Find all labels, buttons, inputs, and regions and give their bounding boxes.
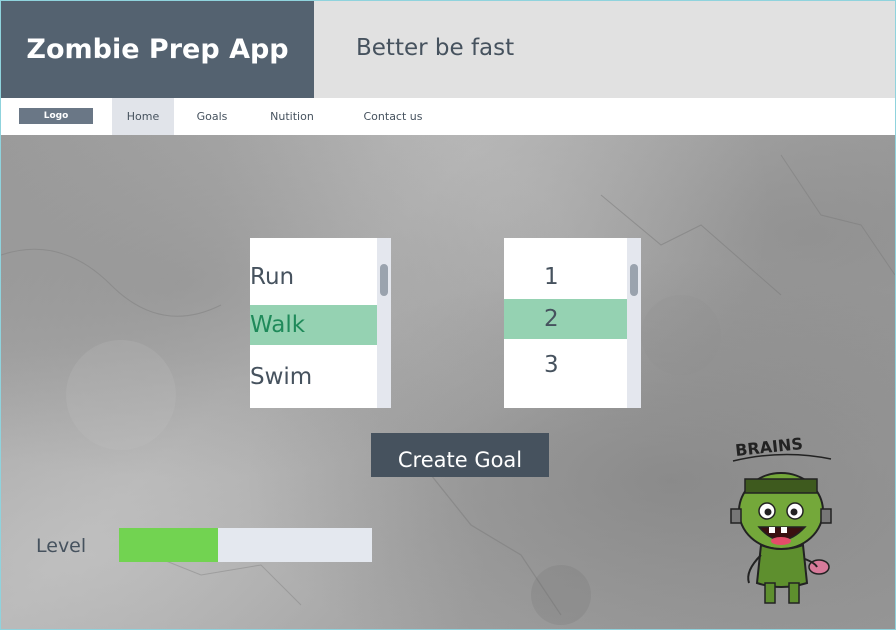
zombie-icon: BRAINS <box>730 434 832 604</box>
quantity-listbox[interactable]: 1 2 3 <box>504 238 641 408</box>
activity-listbox[interactable]: Run Walk Swim <box>250 238 391 408</box>
nav-item-contact[interactable]: Contact us <box>353 98 433 135</box>
activity-scrollbar[interactable] <box>377 238 391 408</box>
tagline-banner: Better be fast <box>314 1 895 98</box>
scroll-thumb[interactable] <box>630 264 638 296</box>
list-item[interactable]: Run <box>250 261 377 293</box>
level-progress-bar <box>119 528 372 562</box>
logo[interactable]: Logo <box>19 108 93 124</box>
scroll-thumb[interactable] <box>380 264 388 296</box>
quantity-scrollbar[interactable] <box>627 238 641 408</box>
nav-item-goals[interactable]: Goals <box>184 98 240 135</box>
list-item[interactable]: 3 <box>504 349 627 381</box>
level-label: Level <box>36 535 87 557</box>
nav-item-nutrition[interactable]: Nutition <box>256 98 328 135</box>
list-item[interactable]: 1 <box>504 261 627 293</box>
list-item[interactable]: 2 <box>504 299 627 339</box>
nav-bar: Logo Home Goals Nutition Contact us <box>1 98 895 135</box>
app-title: Zombie Prep App <box>1 1 314 98</box>
header: Zombie Prep App Better be fast <box>1 1 895 98</box>
mascot-caption: BRAINS <box>734 434 803 460</box>
nav-item-home[interactable]: Home <box>112 98 174 135</box>
list-item[interactable]: Walk <box>250 305 377 345</box>
list-item[interactable]: Swim <box>250 361 377 393</box>
app-window: Zombie Prep App Better be fast Logo Home… <box>0 0 896 630</box>
level-progress-fill <box>119 528 218 562</box>
tagline: Better be fast <box>356 35 515 61</box>
main-content: Run Walk Swim 1 2 3 Create Goal Level BR… <box>1 135 895 629</box>
create-goal-button[interactable]: Create Goal <box>371 433 549 477</box>
